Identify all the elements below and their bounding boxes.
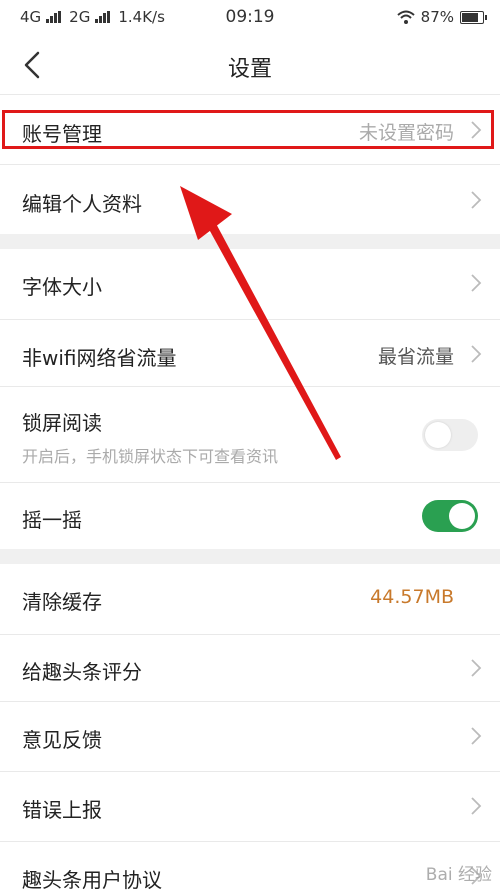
arrow-shaft xyxy=(205,218,341,460)
annotation-arrow xyxy=(180,186,341,460)
arrow-head xyxy=(180,186,232,240)
watermark: Bai 经验 xyxy=(425,865,492,885)
